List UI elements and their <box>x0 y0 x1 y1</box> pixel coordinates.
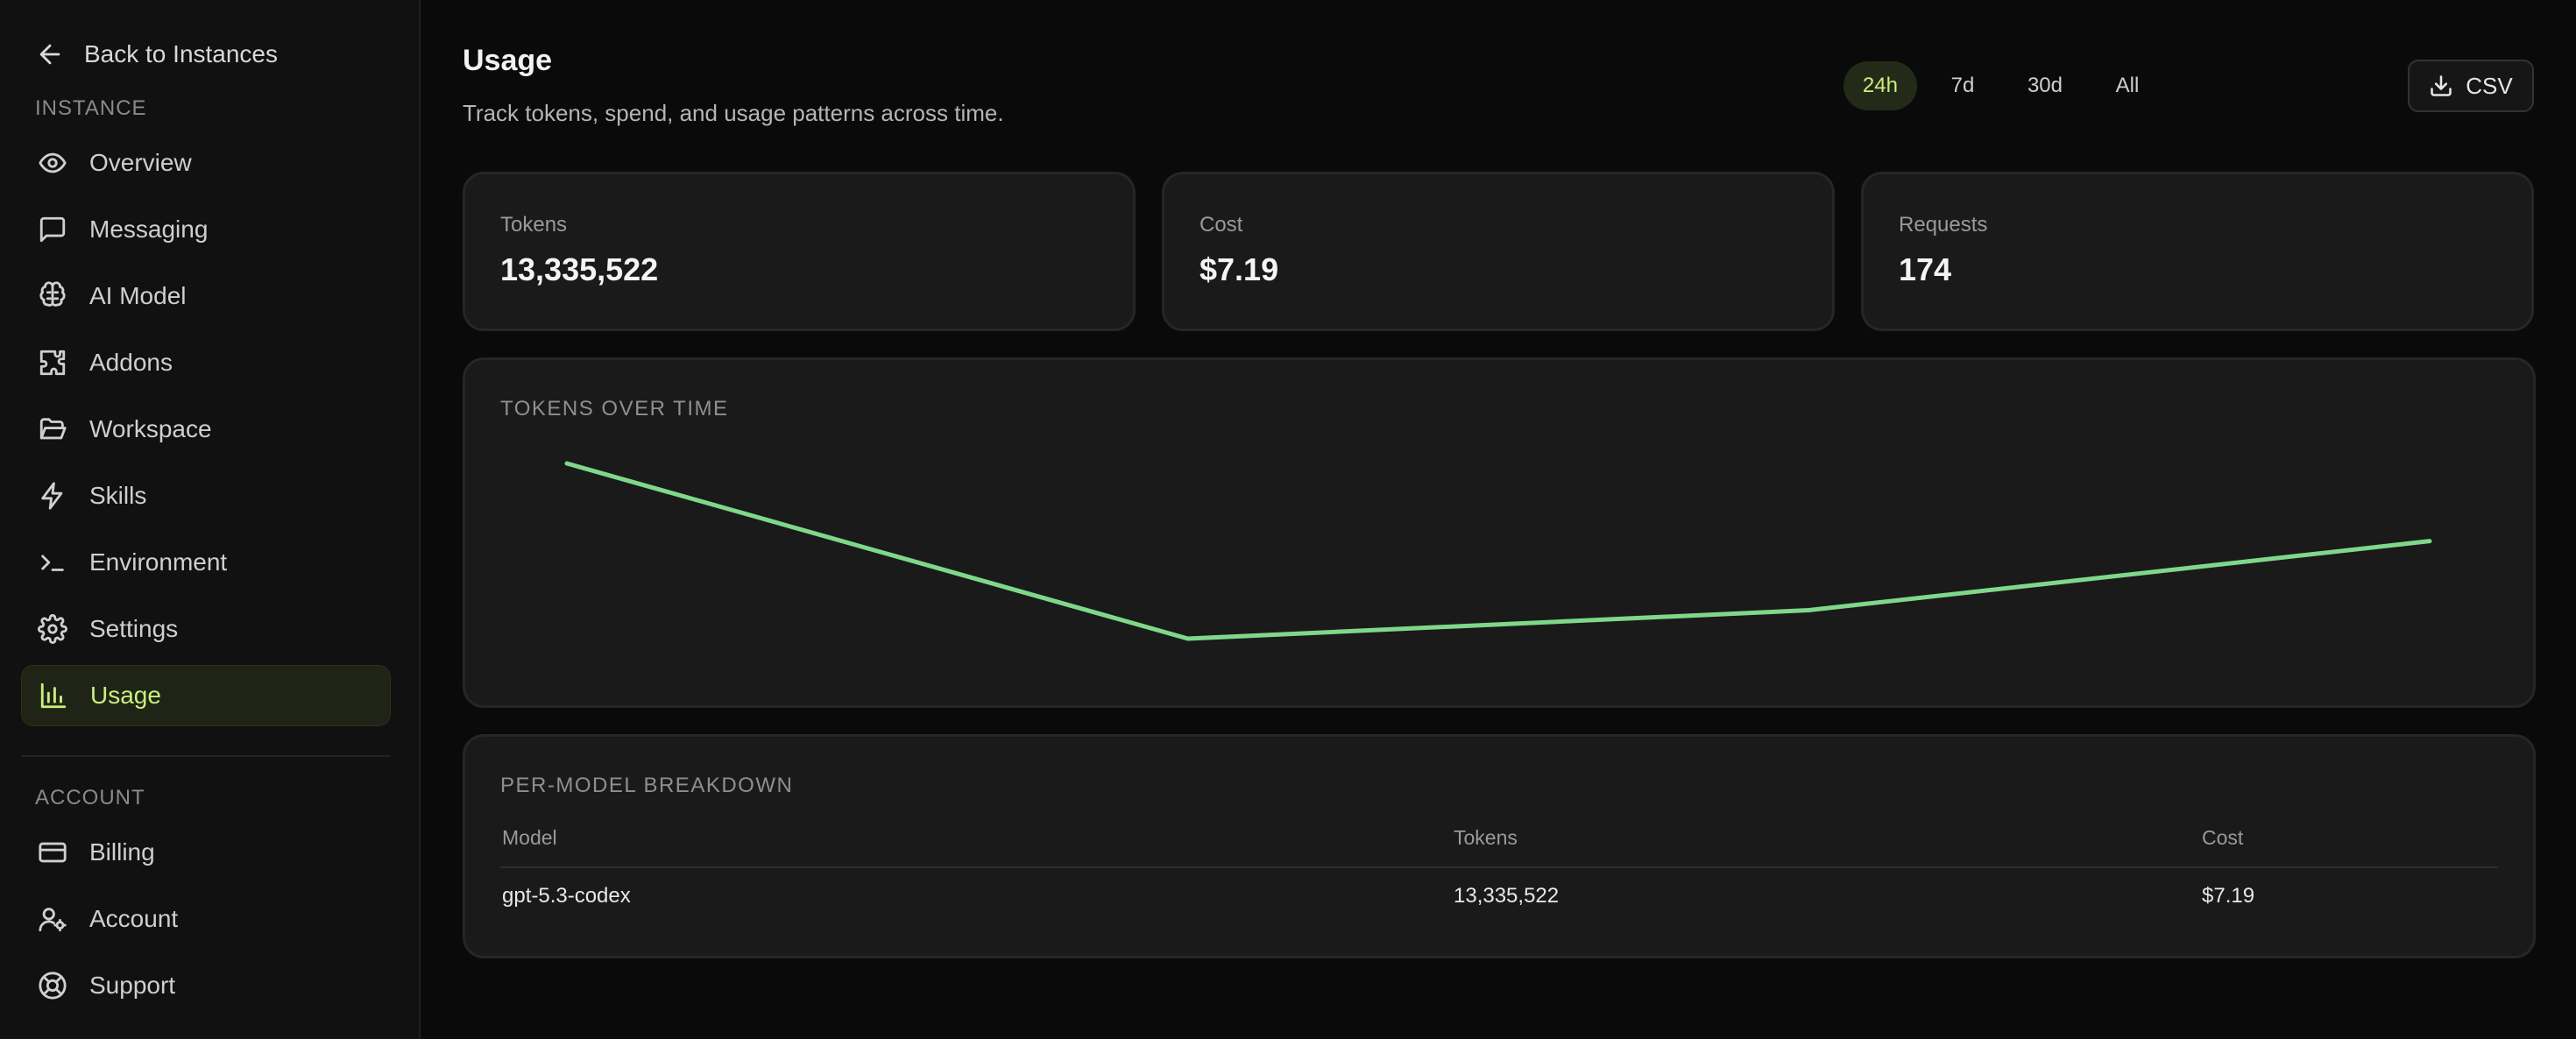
sidebar-item-label: AI Model <box>89 282 187 309</box>
bar-chart-icon <box>38 680 69 711</box>
folder-open-icon <box>37 413 68 445</box>
page-title: Usage <box>463 44 553 77</box>
sidebar-item-messaging[interactable]: Messaging <box>21 199 391 260</box>
sidebar-item-label: Skills <box>89 482 147 509</box>
instance-section-label: Instance <box>35 96 147 120</box>
gear-icon <box>37 613 68 645</box>
message-square-icon <box>37 214 68 245</box>
credit-card-icon <box>37 837 68 868</box>
range-30d-button[interactable]: 30d <box>2008 61 2082 110</box>
export-csv-button[interactable]: CSV <box>2408 60 2534 112</box>
range-all-button[interactable]: All <box>2091 61 2164 110</box>
cell-tokens: 13,335,522 <box>1454 884 1560 908</box>
back-to-instances-link[interactable]: Back to Instances <box>35 35 278 74</box>
table-divider <box>500 866 2498 868</box>
column-header-tokens: Tokens <box>1454 826 1518 849</box>
page-subtitle: Track tokens, spend, and usage patterns … <box>463 100 1004 126</box>
column-header-model: Model <box>502 826 557 849</box>
time-range-selector: 24h 7d 30d All <box>1843 61 2164 110</box>
sidebar-item-addons[interactable]: Addons <box>21 332 391 393</box>
sidebar-item-label: Environment <box>89 548 228 576</box>
sidebar-item-billing[interactable]: Billing <box>21 822 391 883</box>
per-model-breakdown-card: Per-model breakdown Model Tokens Cost gp… <box>463 734 2536 958</box>
sidebar-item-label: Overview <box>89 149 192 176</box>
download-icon <box>2431 75 2452 96</box>
tokens-line-chart <box>564 461 2432 641</box>
sidebar-item-skills[interactable]: Skills <box>21 465 391 527</box>
cell-cost: $7.19 <box>2202 884 2255 908</box>
user-gear-icon <box>37 903 68 935</box>
sidebar-item-workspace[interactable]: Workspace <box>21 399 391 460</box>
stat-value: $7.19 <box>1200 251 1279 287</box>
eye-icon <box>37 147 68 179</box>
range-24h-button[interactable]: 24h <box>1843 61 1917 110</box>
sidebar-item-label: Usage <box>90 682 161 709</box>
sidebar-item-label: Messaging <box>89 216 209 243</box>
sidebar-item-environment[interactable]: Environment <box>21 532 391 593</box>
main-content: Usage Track tokens, spend, and usage pat… <box>421 0 2576 1039</box>
sidebar-item-usage[interactable]: Usage <box>21 665 391 726</box>
column-header-cost: Cost <box>2202 826 2244 849</box>
stat-label: Tokens <box>500 213 568 237</box>
stat-label: Requests <box>1899 213 1988 237</box>
sidebar-item-label: Account <box>89 905 179 932</box>
breakdown-title: Per-model breakdown <box>500 774 794 797</box>
cell-model: gpt-5.3-codex <box>502 884 631 908</box>
sidebar-item-support[interactable]: Support <box>21 955 391 1016</box>
terminal-icon <box>37 547 68 578</box>
csv-label: CSV <box>2466 72 2513 99</box>
life-buoy-icon <box>37 970 68 1001</box>
sidebar-item-label: Billing <box>89 838 155 866</box>
stat-card-requests: Requests 174 <box>1861 172 2534 331</box>
sidebar-item-label: Support <box>89 972 176 999</box>
sidebar-item-settings[interactable]: Settings <box>21 598 391 660</box>
arrow-left-icon <box>39 44 60 65</box>
tokens-series-line <box>564 461 2432 641</box>
stat-label: Cost <box>1200 213 1243 237</box>
sidebar-item-ai-model[interactable]: AI Model <box>21 265 391 327</box>
sidebar-item-label: Workspace <box>89 415 212 442</box>
puzzle-icon <box>37 347 68 378</box>
zap-icon <box>37 480 68 512</box>
sidebar-item-label: Addons <box>89 349 173 376</box>
stat-card-tokens: Tokens 13,335,522 <box>463 172 1136 331</box>
app: Back to Instances Instance Overview Mess… <box>0 0 2576 1039</box>
sidebar-item-label: Settings <box>89 615 179 642</box>
sidebar-item-overview[interactable]: Overview <box>21 132 391 194</box>
sidebar: Back to Instances Instance Overview Mess… <box>0 0 421 1039</box>
stat-value: 174 <box>1899 251 1952 287</box>
sidebar-divider <box>21 755 391 757</box>
brain-icon <box>37 280 68 312</box>
tokens-chart-card: Tokens over time <box>463 357 2536 708</box>
account-section-label: Account <box>35 786 145 809</box>
stat-value: 13,335,522 <box>500 251 659 287</box>
sidebar-item-account[interactable]: Account <box>21 888 391 950</box>
range-7d-button[interactable]: 7d <box>1926 61 1999 110</box>
stat-card-cost: Cost $7.19 <box>1162 172 1835 331</box>
back-link-label: Back to Instances <box>84 40 279 67</box>
